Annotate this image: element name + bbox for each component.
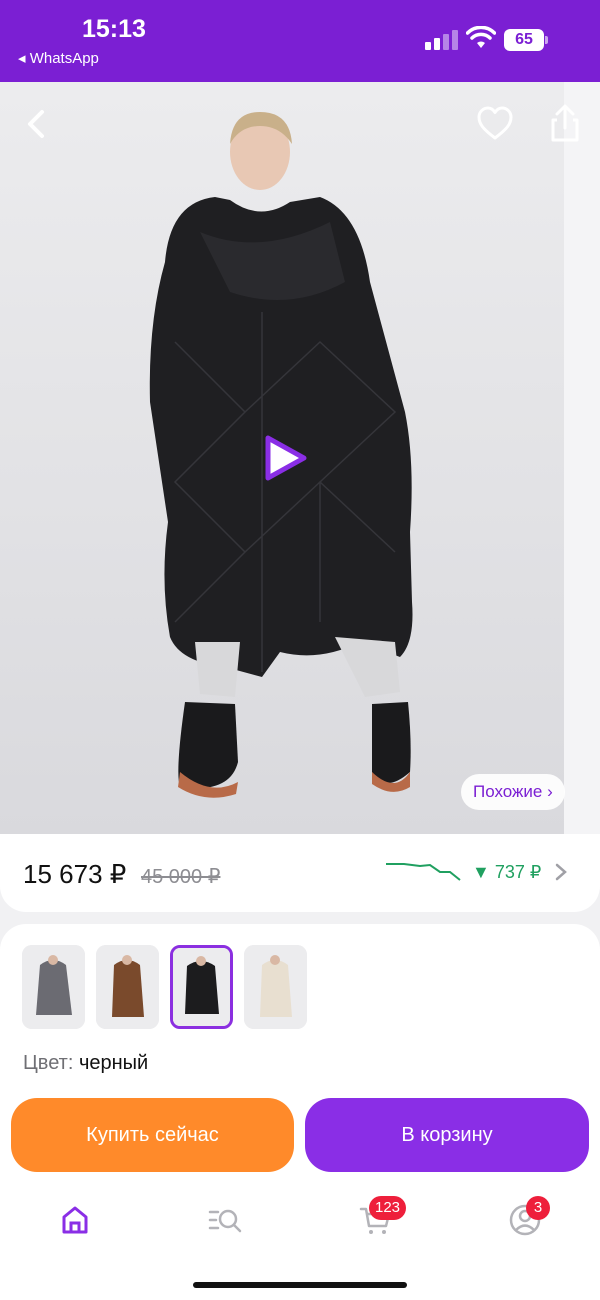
old-price: 45 000 ₽: [141, 866, 221, 888]
variant-thumb-brown[interactable]: [96, 945, 159, 1029]
price-trend-icon: [386, 863, 461, 881]
cart-count-badge: 123: [369, 1196, 407, 1220]
color-label: Цвет:: [23, 1052, 74, 1074]
favorite-heart-icon[interactable]: [473, 102, 517, 146]
color-line: Цвет: черный: [23, 1052, 148, 1075]
share-icon[interactable]: [543, 102, 587, 146]
chevron-right-icon[interactable]: [553, 862, 569, 882]
price-drop-value: ▼ 737 ₽: [472, 862, 542, 882]
variant-thumb-black[interactable]: [170, 945, 233, 1029]
signal-icon: [425, 30, 459, 50]
home-indicator[interactable]: [193, 1282, 407, 1288]
battery-tip: [545, 36, 548, 44]
variant-card: Цвет: черный Купить сейчас В корзину: [0, 924, 600, 1194]
color-value: черный: [78, 1052, 149, 1074]
catalog-search-icon[interactable]: [207, 1202, 243, 1238]
variant-thumb-gray[interactable]: [22, 945, 85, 1029]
back-arrow-icon[interactable]: [14, 102, 58, 146]
similar-items-button[interactable]: Похожие ›: [461, 774, 565, 810]
price-card[interactable]: 15 673 ₽ 45 000 ₽ ▼ 737 ₽: [0, 834, 600, 912]
play-video-icon[interactable]: [258, 432, 310, 484]
profile-notification-badge: 3: [526, 1196, 550, 1220]
buy-now-button[interactable]: Купить сейчас: [11, 1098, 294, 1172]
back-to-whatsapp-link[interactable]: ◂ WhatsApp: [18, 49, 99, 67]
wifi-icon: [466, 26, 496, 48]
variant-thumb-cream[interactable]: [244, 945, 307, 1029]
product-image[interactable]: Похожие ›: [0, 82, 600, 834]
status-time: 15:13: [82, 15, 146, 43]
battery-icon: 65: [504, 29, 544, 51]
current-price: 15 673 ₽: [23, 859, 127, 889]
add-to-cart-button[interactable]: В корзину: [305, 1098, 589, 1172]
home-icon[interactable]: [57, 1202, 93, 1238]
status-bar: 15:13 ◂ WhatsApp 65: [0, 0, 600, 82]
